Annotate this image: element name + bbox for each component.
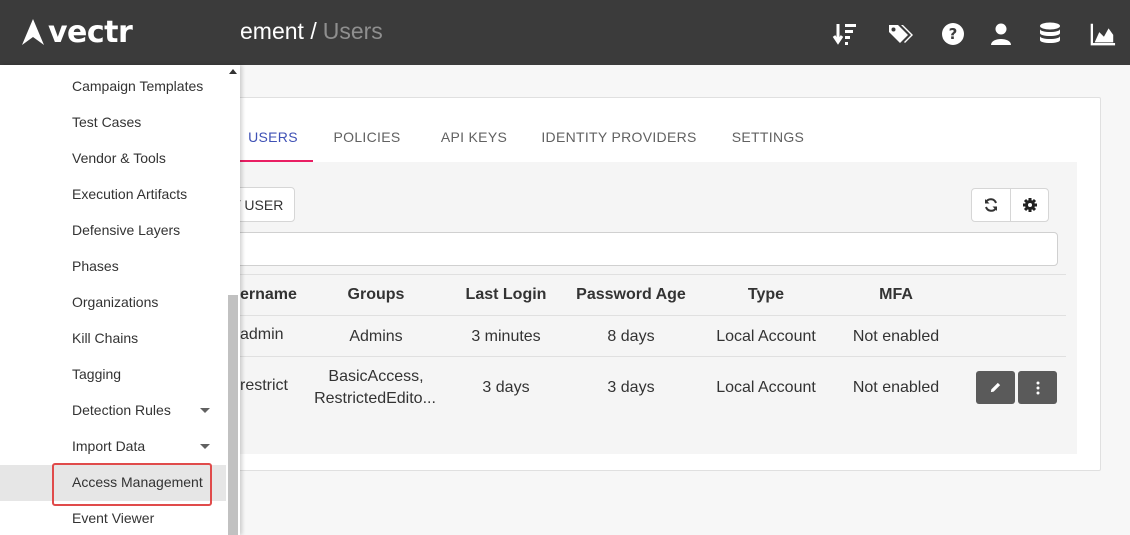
row-divider	[215, 356, 1066, 357]
sidebar-item-defensive-layers[interactable]: Defensive Layers	[0, 213, 226, 249]
user-icon[interactable]	[987, 20, 1015, 48]
sidebar-item-label: Defensive Layers	[72, 222, 181, 238]
breadcrumb-current: Users	[322, 18, 383, 44]
more-vertical-icon	[1036, 381, 1039, 394]
sidebar-item-vendor-tools[interactable]: Vendor & Tools	[0, 141, 226, 177]
sidebar-item-phases[interactable]: Phases	[0, 249, 226, 285]
sidebar-item-label: Access Management	[72, 474, 203, 490]
table-top-divider	[215, 274, 1066, 275]
sidebar-item-label: Event Viewer	[72, 510, 155, 526]
sidebar-item-label: Execution Artifacts	[72, 186, 188, 202]
sidebar-item-access-management[interactable]: Access Management	[0, 465, 226, 501]
vectr-logo-icon	[22, 19, 44, 45]
column-header-username[interactable]: sername	[231, 286, 297, 304]
cell-type: Local Account	[716, 379, 816, 396]
scrollbar-thumb[interactable]	[228, 295, 238, 535]
scroll-up-arrow-icon[interactable]	[229, 69, 237, 74]
cell-groups-line-2: RestrictedEdito...	[314, 390, 436, 407]
cell-mfa: Not enabled	[852, 379, 940, 396]
sidebar-item-label: Import Data	[72, 438, 146, 454]
edit-user-button[interactable]	[976, 371, 1015, 404]
column-header-mfa[interactable]: MFA	[879, 286, 913, 304]
cell-type: Local Account	[716, 328, 816, 345]
cell-password-age: 3 days	[607, 379, 655, 396]
cell-password-age: 8 days	[607, 328, 655, 345]
cell-groups: Admins	[349, 328, 403, 345]
new-user-button-label: / USER	[236, 196, 284, 213]
cell-last-login: 3 days	[482, 379, 530, 396]
pencil-icon	[990, 382, 1001, 393]
tab-settings[interactable]: SETTINGS	[720, 117, 816, 162]
cell-username: admin	[240, 326, 284, 343]
users-panel	[215, 162, 1077, 454]
sidebar-item-event-viewer[interactable]: Event Viewer	[0, 501, 226, 535]
sidebar-item-import-data[interactable]: Import Data	[0, 429, 226, 465]
search-field[interactable]	[215, 232, 1058, 266]
cell-last-login: 3 minutes	[471, 328, 541, 345]
column-header-type[interactable]: Type	[748, 286, 784, 304]
database-icon[interactable]	[1036, 20, 1064, 48]
tab-identity-providers[interactable]: IDENTITY PROVIDERS	[536, 117, 702, 162]
sort-icon[interactable]	[831, 20, 859, 48]
tab-users[interactable]: USERS	[233, 117, 313, 162]
sidebar-item-tagging[interactable]: Tagging	[0, 357, 226, 393]
settings-button[interactable]	[1010, 188, 1049, 222]
refresh-icon	[985, 198, 997, 212]
cell-mfa: Not enabled	[852, 328, 940, 345]
column-header-groups[interactable]: Groups	[348, 286, 405, 304]
sidebar-item-campaign-templates[interactable]: Campaign Templates	[0, 69, 226, 105]
top-bar: vectr ement / Users ?	[0, 0, 1130, 65]
chevron-down-icon[interactable]	[200, 444, 210, 449]
column-header-password-age[interactable]: Password Age	[576, 286, 686, 304]
tab-policies[interactable]: POLICIES	[322, 117, 412, 162]
sidebar-item-label: Vendor & Tools	[72, 150, 166, 166]
app-name: vectr	[48, 14, 133, 50]
sidebar-item-label: Tagging	[72, 366, 122, 382]
help-icon[interactable]: ?	[939, 20, 967, 48]
header-divider	[215, 315, 1066, 316]
sidebar-item-label: Phases	[72, 258, 119, 274]
sidebar-item-label: Kill Chains	[72, 330, 139, 346]
tags-icon[interactable]	[886, 20, 914, 48]
sidebar-item-execution-artifacts[interactable]: Execution Artifacts	[0, 177, 226, 213]
svg-text:?: ?	[949, 25, 958, 43]
sidebar-item-label: Campaign Templates	[72, 78, 204, 94]
chevron-down-icon[interactable]	[200, 408, 210, 413]
gear-icon	[1022, 198, 1037, 212]
more-actions-button[interactable]	[1018, 371, 1057, 404]
cell-groups-line-1: BasicAccess,	[328, 368, 424, 385]
sidebar-item-organizations[interactable]: Organizations	[0, 285, 226, 321]
sidebar-item-label: Test Cases	[72, 114, 142, 130]
sidebar-item-kill-chains[interactable]: Kill Chains	[0, 321, 226, 357]
sidebar-item-detection-rules[interactable]: Detection Rules	[0, 393, 226, 429]
refresh-button[interactable]	[971, 188, 1011, 222]
sidebar-item-label: Detection Rules	[72, 402, 171, 418]
search-input[interactable]	[216, 233, 1057, 265]
sidebar-item-label: Organizations	[72, 294, 159, 310]
breadcrumb: ement / Users	[240, 18, 383, 45]
vectr-logo[interactable]: vectr	[20, 14, 133, 50]
column-header-last-login[interactable]: Last Login	[466, 286, 547, 304]
sidebar-item-test-cases[interactable]: Test Cases	[0, 105, 226, 141]
cell-username: restrict	[240, 377, 288, 394]
sidebar-nav: Campaign Templates Test Cases Vendor & T…	[0, 65, 240, 535]
chart-icon[interactable]	[1089, 20, 1117, 48]
breadcrumb-parent[interactable]: ement /	[240, 18, 317, 44]
tab-api-keys[interactable]: API KEYS	[430, 117, 518, 162]
